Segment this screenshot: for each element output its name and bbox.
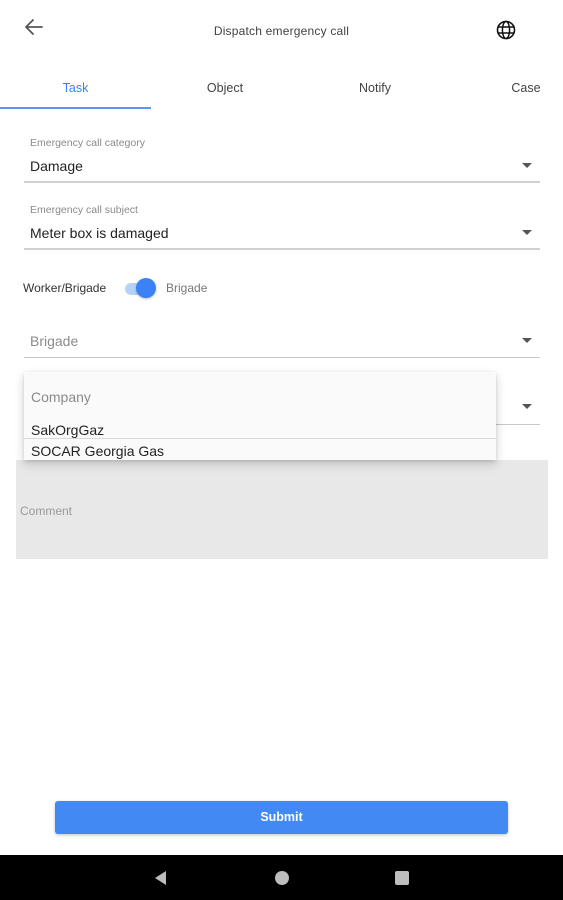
category-select[interactable]: Emergency call category Damage: [24, 136, 540, 186]
submit-button[interactable]: Submit: [55, 801, 508, 834]
option-divider: [24, 438, 496, 439]
subject-underline: [24, 248, 540, 250]
switch-thumb[interactable]: [136, 278, 156, 298]
active-tab-indicator: [0, 107, 151, 109]
comment-placeholder: Comment: [20, 504, 73, 518]
subject-label: Emergency call subject: [30, 204, 138, 216]
toggle-right-label: Brigade: [166, 281, 208, 295]
toggle-left-label: Worker/Brigade: [23, 281, 107, 295]
brigade-placeholder: Brigade: [30, 333, 79, 349]
nav-home-icon[interactable]: [275, 871, 289, 885]
company-dropdown: Company SakOrgGaz SOCAR Georgia Gas: [24, 372, 496, 460]
brigade-underline: [24, 357, 540, 358]
comment-field[interactable]: Comment: [16, 460, 548, 559]
tab-notify[interactable]: Notify: [300, 81, 450, 95]
page-title: Dispatch emergency call: [213, 24, 350, 38]
subject-select[interactable]: Emergency call subject Meter box is dama…: [24, 203, 540, 253]
tab-object[interactable]: Object: [150, 81, 300, 95]
company-dropdown-label: Company: [31, 389, 91, 405]
tab-task[interactable]: Task: [0, 81, 151, 95]
category-label: Emergency call category: [30, 137, 145, 149]
company-option[interactable]: SOCAR Georgia Gas: [31, 443, 164, 459]
chevron-down-icon: [522, 230, 532, 235]
chevron-down-icon: [522, 338, 532, 343]
tab-case[interactable]: Case: [500, 81, 552, 95]
nav-recents-icon[interactable]: [395, 871, 409, 885]
nav-back-icon[interactable]: [155, 871, 166, 885]
globe-icon[interactable]: [495, 19, 517, 41]
subject-value: Meter box is damaged: [30, 225, 169, 241]
chevron-down-icon: [522, 163, 532, 168]
company-option[interactable]: SakOrgGaz: [31, 422, 104, 438]
category-underline: [24, 181, 540, 183]
chevron-down-icon[interactable]: [522, 404, 532, 409]
brigade-select[interactable]: Brigade: [24, 325, 540, 359]
category-value: Damage: [30, 158, 83, 174]
